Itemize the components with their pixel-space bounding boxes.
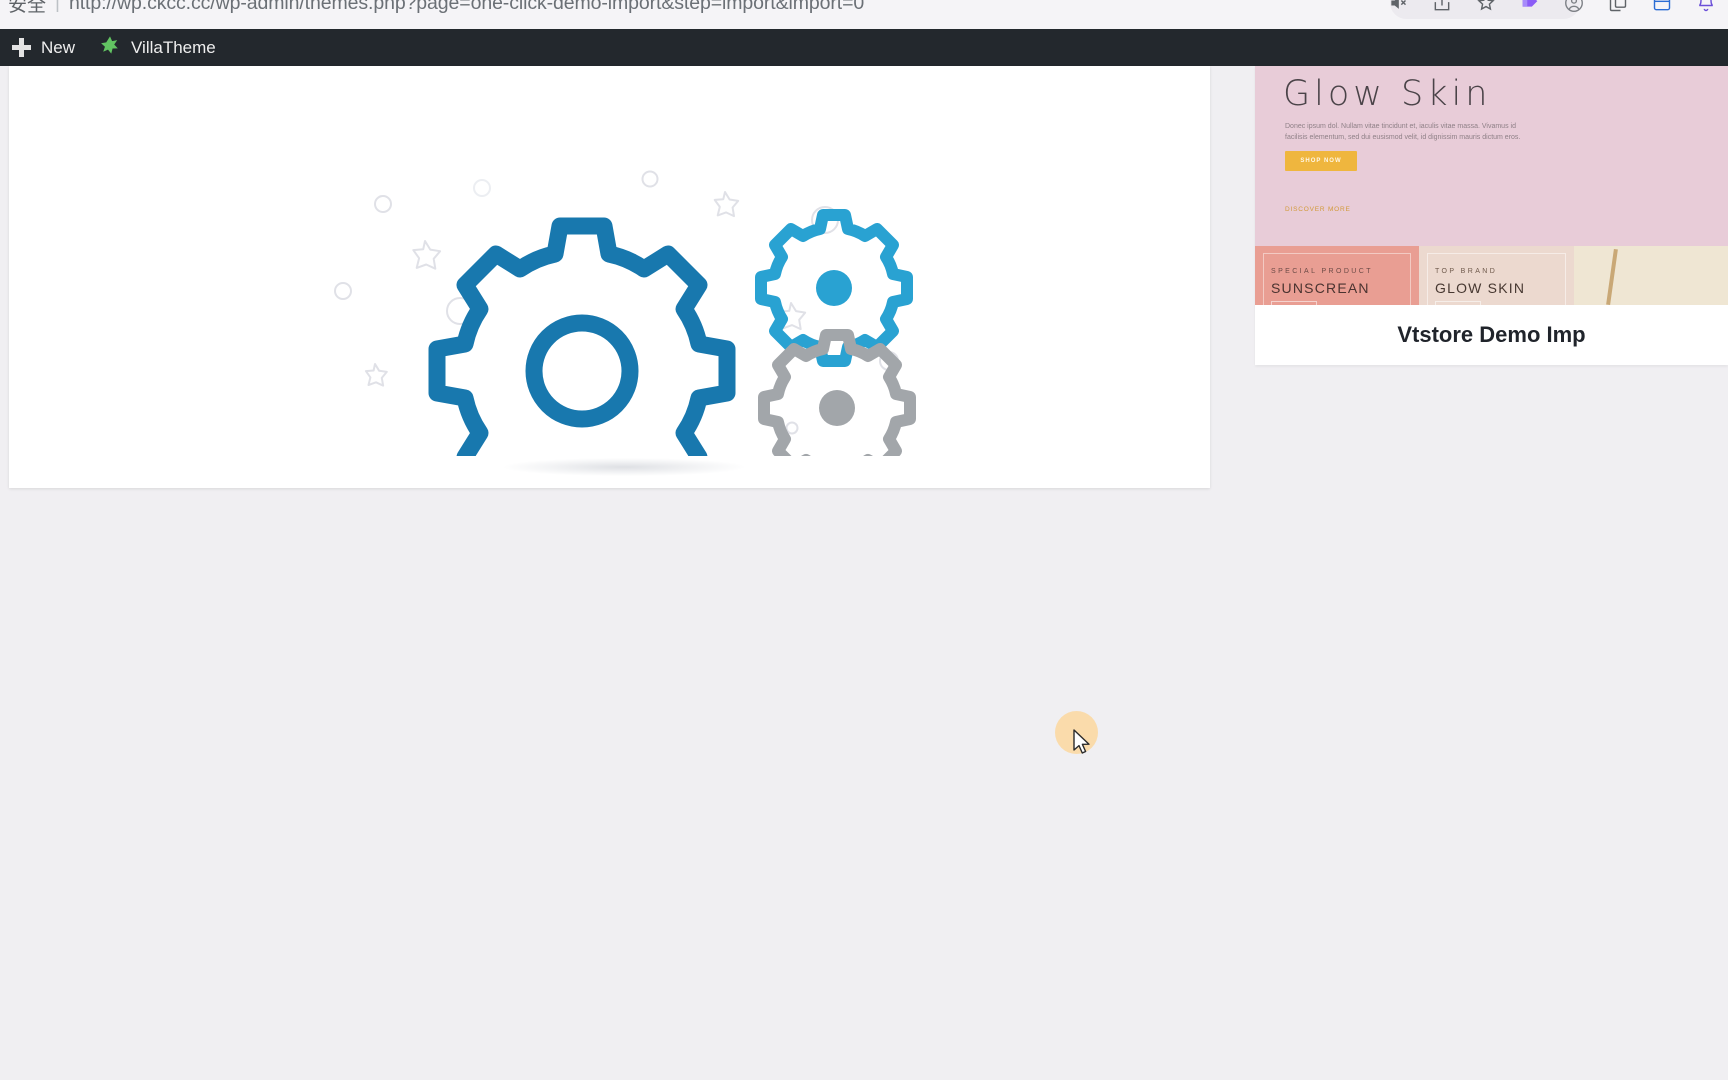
- collections-icon[interactable]: [1640, 0, 1684, 20]
- bookmark-star-icon[interactable]: [1464, 0, 1508, 20]
- demo-list-panel: Glow Skin Donec ipsum dol. Nullam vitae …: [1253, 66, 1728, 366]
- villatheme-star-icon: [99, 34, 121, 61]
- tile-kicker: TOP BRAND: [1435, 268, 1498, 275]
- copy-icon[interactable]: [1596, 0, 1640, 20]
- demo-thumbnail[interactable]: Glow Skin Donec ipsum dol. Nullam vitae …: [1255, 66, 1728, 305]
- tile-border: [1263, 253, 1411, 305]
- demo-item-card[interactable]: Glow Skin Donec ipsum dol. Nullam vitae …: [1255, 66, 1728, 365]
- thumbnail-tile-extra: [1574, 246, 1728, 305]
- adminbar-item-new[interactable]: New: [0, 29, 87, 66]
- adminbar-item-villatheme-label: VillaTheme: [131, 37, 216, 57]
- mouse-pointer: [1073, 729, 1090, 754]
- gear-tertiary: [758, 329, 916, 456]
- thumbnail-hero-paragraph: Donec ipsum dol. Nullam vitae tincidunt …: [1285, 123, 1521, 141]
- thumbnail-shop-now-button: SHOP NOW: [1285, 151, 1357, 171]
- adminbar-item-new-label: New: [41, 37, 76, 57]
- thumbnail-hero-title: Glow Skin: [1283, 74, 1492, 114]
- tile-border: [1427, 253, 1566, 305]
- tile-title: GLOW SKIN: [1435, 280, 1526, 296]
- demo-title: Vtstore Demo Imp: [1397, 322, 1586, 347]
- browser-toolbar-actions: [1376, 0, 1728, 20]
- gears-ground-shadow: [504, 458, 744, 476]
- notifications-icon[interactable]: [1684, 0, 1728, 20]
- thumbnail-shop-now-label: SHOP NOW: [1300, 158, 1342, 164]
- account-avatar-icon[interactable]: [1552, 0, 1596, 20]
- address-bar-separator: |: [55, 0, 60, 13]
- browser-chrome: 安全 | http://wp.ckcc.cc/wp-admin/themes.p…: [0, 0, 1728, 29]
- extension-purple-icon[interactable]: [1508, 0, 1552, 20]
- tile-title: SUNSCREAN: [1271, 280, 1370, 296]
- thumbnail-hero: Glow Skin Donec ipsum dol. Nullam vitae …: [1255, 66, 1728, 246]
- gear-primary: [428, 217, 736, 456]
- share-icon[interactable]: [1420, 0, 1464, 20]
- demo-title-bar: Vtstore Demo Imp: [1255, 305, 1728, 365]
- thumbnail-tile-special-product: SPECIAL PRODUCT SUNSCREAN: [1255, 246, 1419, 305]
- thumbnail-tile-top-brand: TOP BRAND GLOW SKIN: [1419, 246, 1574, 305]
- url-text: http://wp.ckcc.cc/wp-admin/themes.php?pa…: [68, 0, 865, 14]
- wp-admin-bar: New VillaTheme: [0, 29, 1728, 66]
- thumbnail-discover-link: DISCOVER MORE: [1285, 206, 1351, 213]
- tile-kicker: SPECIAL PRODUCT: [1271, 268, 1373, 275]
- demo-import-progress-card: [9, 66, 1210, 488]
- gears-loading-illustration: [9, 66, 1210, 476]
- gears-svg: [334, 170, 916, 456]
- plus-icon: [12, 38, 31, 57]
- adminbar-item-villatheme[interactable]: VillaTheme: [87, 29, 228, 66]
- mute-tab-icon[interactable]: [1376, 0, 1420, 20]
- security-status-label: 安全: [8, 0, 47, 16]
